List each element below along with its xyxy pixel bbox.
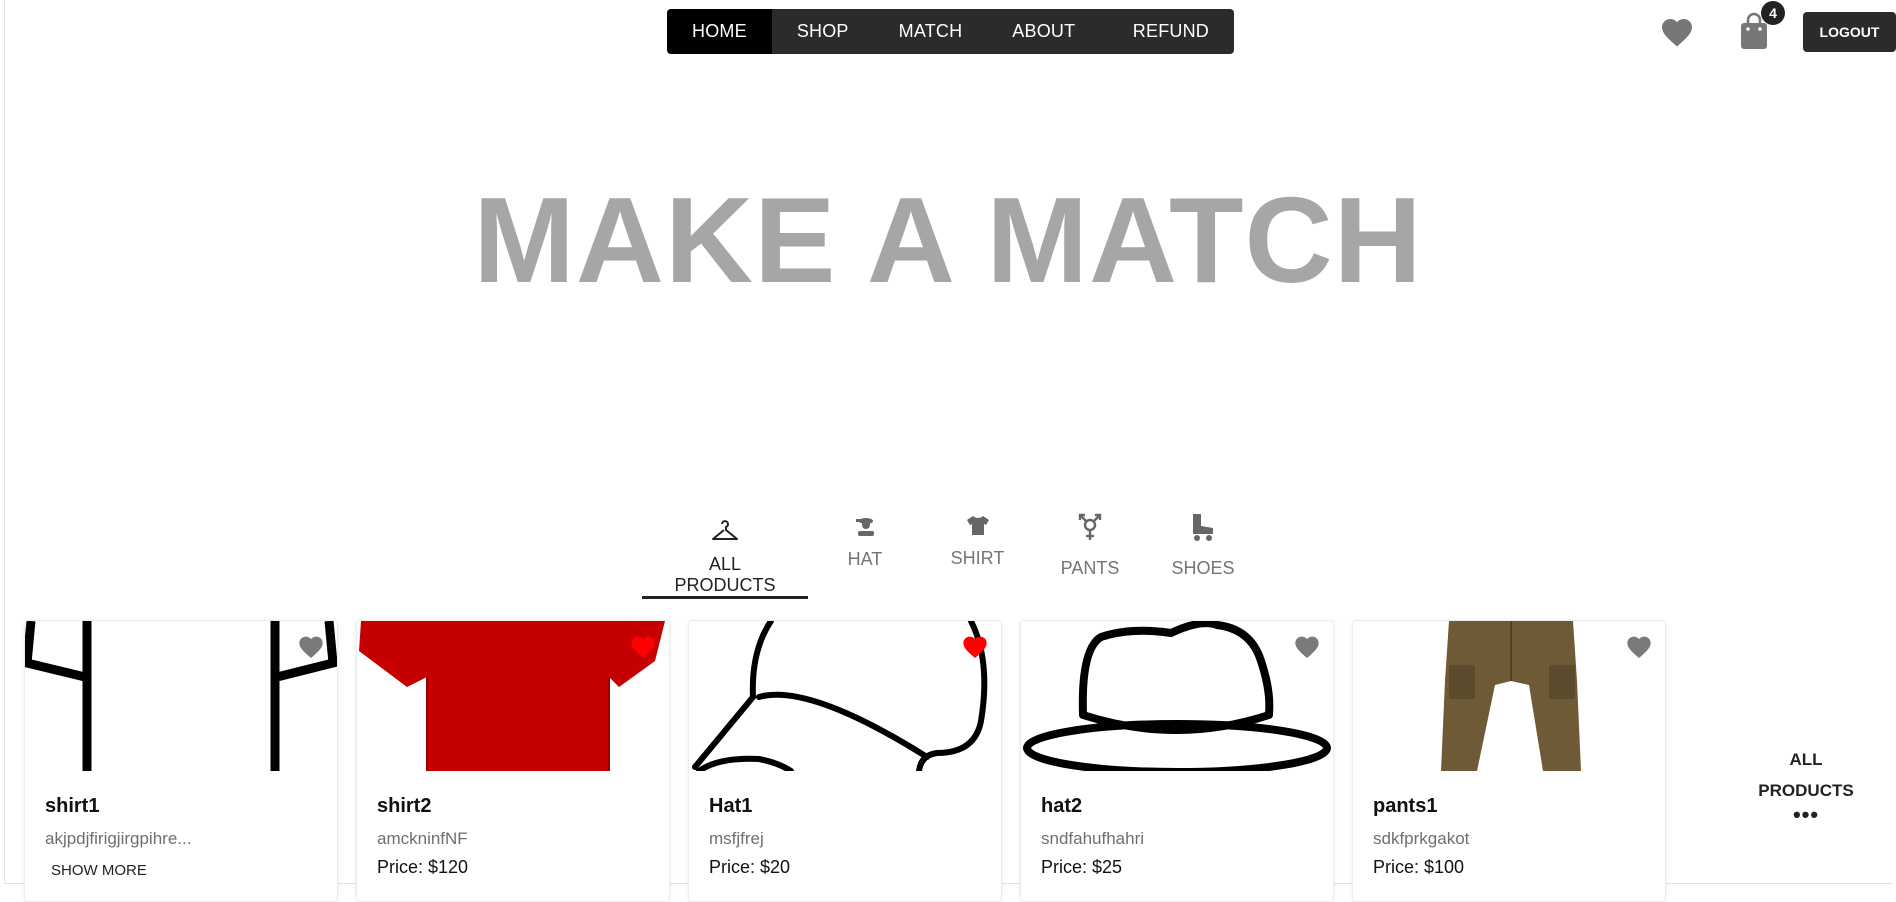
- show-more-button[interactable]: SHOW MORE: [51, 862, 147, 879]
- tab-shoes[interactable]: SHOES: [1168, 512, 1238, 579]
- tab-shoes-label: SHOES: [1171, 558, 1235, 578]
- nav-match[interactable]: MATCH: [874, 9, 988, 54]
- hat-person-icon: [856, 518, 874, 536]
- tab-pants[interactable]: PANTS: [1055, 512, 1125, 579]
- cart-count-badge: 4: [1761, 1, 1785, 25]
- hanger-icon: [712, 520, 738, 540]
- favorite-heart-icon[interactable]: [961, 633, 989, 659]
- product-description: amckninfNF: [377, 829, 468, 848]
- nav-about-us[interactable]: ABOUT US: [987, 9, 1108, 54]
- product-name: pants1: [1373, 795, 1438, 817]
- nav-home[interactable]: HOME: [667, 9, 772, 54]
- product-description: msfjfrej: [709, 829, 764, 848]
- favorite-heart-icon[interactable]: [629, 633, 657, 659]
- product-image-hat2: [1021, 621, 1333, 771]
- active-tab-indicator: [642, 596, 808, 599]
- gender-symbol-icon: [1078, 513, 1102, 540]
- product-card[interactable]: Hat1 msfjfrej Price: $20: [688, 620, 1002, 902]
- product-image-hat1: [689, 621, 1001, 771]
- product-card[interactable]: hat2 sndfahufhahri Price: $25: [1020, 620, 1334, 902]
- tab-hat-label: HAT: [847, 549, 883, 569]
- favorite-heart-icon[interactable]: [1625, 633, 1653, 659]
- product-image-shirt1: [25, 621, 337, 771]
- product-price: Price: $120: [377, 857, 469, 877]
- product-image-pants1: [1353, 621, 1665, 771]
- product-name: hat2: [1041, 795, 1083, 817]
- product-name: Hat1: [709, 795, 753, 817]
- product-card[interactable]: pants1 sdkfprkgakot Price: $100: [1352, 620, 1666, 902]
- roller-skate-icon: [1193, 514, 1213, 541]
- tab-shirt-label: SHIRT: [950, 548, 1005, 568]
- nav-refund[interactable]: REFUND: [1108, 9, 1234, 54]
- tab-shirt[interactable]: SHIRT: [945, 514, 1010, 569]
- heart-icon[interactable]: [1659, 14, 1695, 48]
- tab-all-products[interactable]: ALL PRODUCTS: [662, 518, 788, 596]
- hero-title: MAKE A MATCH: [473, 172, 1423, 308]
- product-description: sdkfprkgakot: [1373, 829, 1470, 848]
- more-dots-icon: •••: [1792, 802, 1820, 827]
- product-card[interactable]: shirt2 amckninfNF Price: $120: [356, 620, 670, 902]
- tab-pants-label: PANTS: [1060, 558, 1120, 578]
- nav-shop[interactable]: SHOP: [772, 9, 874, 54]
- favorite-heart-icon[interactable]: [297, 633, 325, 659]
- logout-button[interactable]: LOGOUT: [1803, 12, 1896, 52]
- product-description: akjpdjfirigjirgpihre...: [45, 829, 192, 848]
- favorite-heart-icon[interactable]: [1293, 633, 1321, 659]
- product-price: Price: $25: [1041, 857, 1123, 877]
- tab-hat[interactable]: HAT: [835, 514, 895, 570]
- tshirt-icon: [966, 516, 989, 535]
- all-products-link[interactable]: ALL PRODUCTS •••: [1740, 744, 1872, 827]
- all-products-line1: ALL: [1789, 750, 1823, 769]
- main-nav: HOME SHOP MATCH ABOUT US REFUND: [667, 9, 1234, 54]
- product-name: shirt1: [45, 795, 100, 817]
- product-name: shirt2: [377, 795, 432, 817]
- product-card[interactable]: shirt1 akjpdjfirigjirgpihre... SHOW MORE: [24, 620, 338, 902]
- tab-all-products-label: ALL PRODUCTS: [674, 554, 776, 595]
- product-price: Price: $100: [1373, 857, 1465, 877]
- product-image-shirt2: [357, 621, 669, 771]
- product-price: Price: $20: [709, 857, 791, 877]
- product-description: sndfahufhahri: [1041, 829, 1145, 848]
